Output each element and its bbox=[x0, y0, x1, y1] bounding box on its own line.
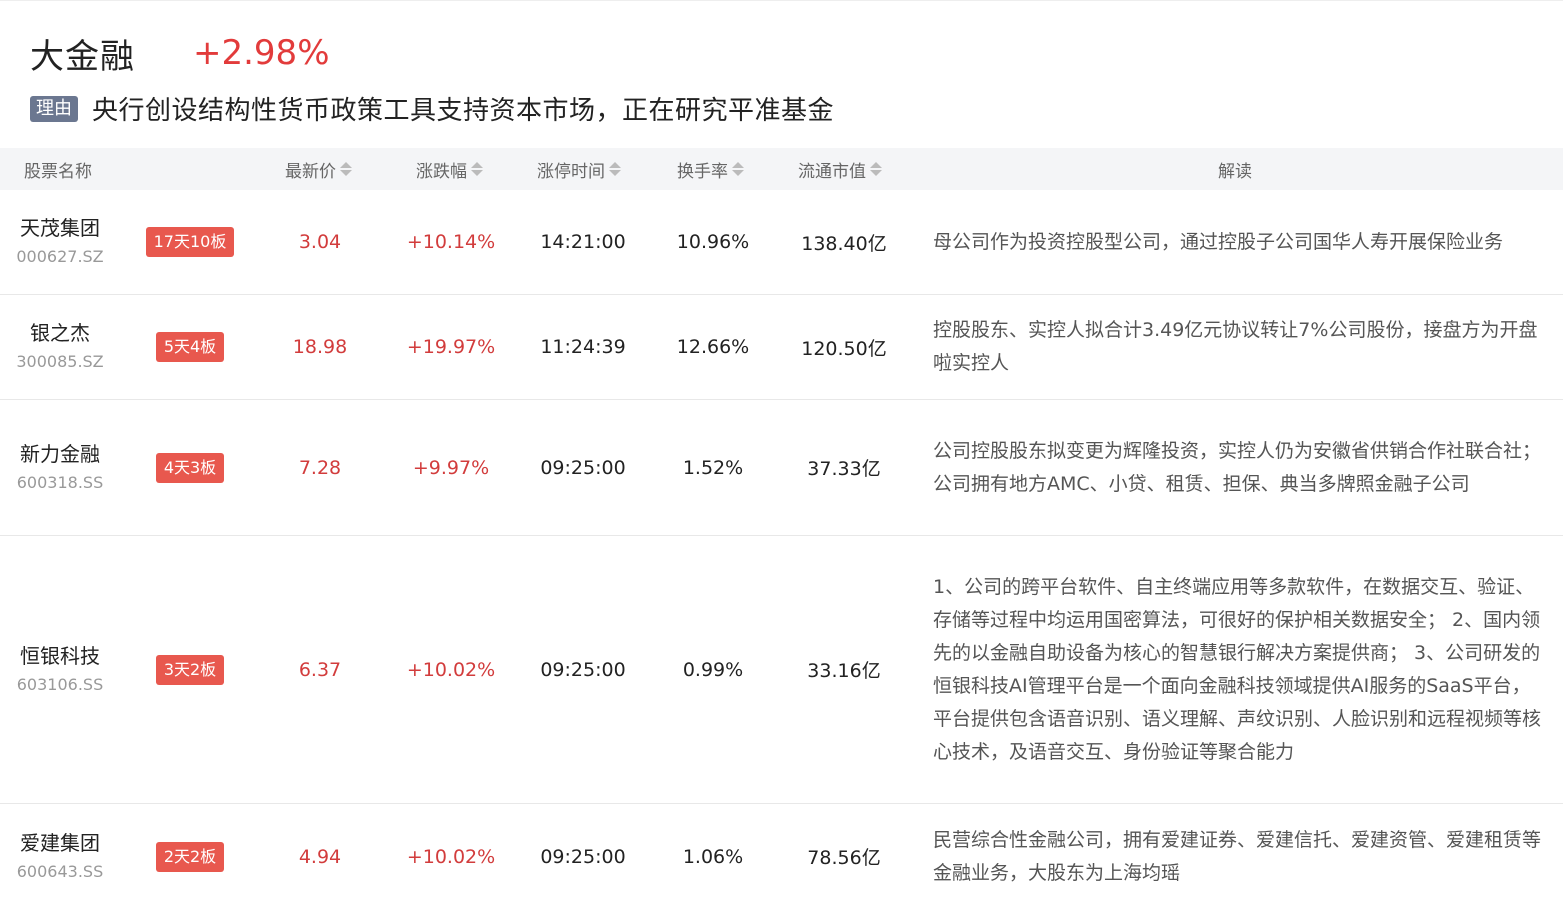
limit-up-time: 11:24:39 bbox=[540, 336, 626, 358]
stock-code: 600643.SS bbox=[16, 861, 104, 881]
turnover-rate: 10.96% bbox=[676, 231, 750, 253]
turnover-rate: 12.66% bbox=[676, 336, 750, 358]
col-header-name-label: 股票名称 bbox=[24, 161, 92, 182]
table-row[interactable]: 银之杰 300085.SZ 5天4板 18.98 +19.97% 11:24:3… bbox=[0, 295, 1563, 400]
stock-name-cell[interactable]: 新力金融 600318.SS bbox=[0, 400, 120, 535]
stock-description: 母公司作为投资控股型公司，通过控股子公司国华人寿开展保险业务 bbox=[933, 190, 1543, 294]
stock-name[interactable]: 银之杰 bbox=[30, 318, 90, 348]
change-percent: +10.02% bbox=[406, 658, 496, 681]
col-header-name: 股票名称 bbox=[24, 148, 92, 190]
stock-description-text: 1、公司的跨平台软件、自主终端应用等多款软件，在数据交互、验证、存储等过程中均运… bbox=[933, 575, 1542, 763]
col-header-price[interactable]: 最新价 bbox=[285, 148, 352, 190]
col-header-market-cap-label: 流通市值 bbox=[798, 161, 866, 182]
latest-price: 4.94 bbox=[298, 845, 342, 868]
theme-title: 大金融 bbox=[30, 36, 135, 77]
theme-header: 大金融 +2.98% bbox=[30, 28, 330, 78]
stock-name-cell[interactable]: 银之杰 300085.SZ bbox=[0, 295, 120, 399]
stock-description: 1、公司的跨平台软件、自主终端应用等多款软件，在数据交互、验证、存储等过程中均运… bbox=[933, 536, 1543, 803]
market-cap: 37.33亿 bbox=[807, 458, 881, 480]
col-header-desc-label: 解读 bbox=[1218, 161, 1252, 182]
stock-code: 300085.SZ bbox=[16, 352, 104, 371]
sort-icon[interactable] bbox=[870, 162, 882, 176]
streak-badge: 3天2板 bbox=[155, 654, 225, 685]
stock-description-text: 公司控股股东拟变更为辉隆投资，实控人仍为安徽省供销合作社联合社；公司拥有地方AM… bbox=[933, 439, 1542, 495]
limit-up-time: 09:25:00 bbox=[540, 456, 626, 479]
streak-badge: 2天2板 bbox=[155, 841, 225, 872]
market-cap: 33.16亿 bbox=[807, 660, 881, 682]
table-row[interactable]: 新力金融 600318.SS 4天3板 7.28 +9.97% 09:25:00… bbox=[0, 400, 1563, 536]
turnover-rate: 0.99% bbox=[682, 658, 744, 681]
stock-name[interactable]: 新力金融 bbox=[20, 439, 100, 469]
turnover-rate: 1.52% bbox=[682, 456, 744, 479]
col-header-limit-time-label: 涨停时间 bbox=[537, 161, 605, 182]
streak-badge-cell: 5天4板 bbox=[140, 295, 240, 399]
turnover-rate: 1.06% bbox=[682, 845, 744, 868]
change-percent: +19.97% bbox=[406, 336, 496, 358]
stock-description-text: 母公司作为投资控股型公司，通过控股子公司国华人寿开展保险业务 bbox=[933, 230, 1504, 253]
stock-name-cell[interactable]: 爱建集团 600643.SS bbox=[0, 804, 120, 909]
sort-icon[interactable] bbox=[471, 162, 483, 176]
streak-badge: 4天3板 bbox=[155, 452, 225, 483]
col-header-turnover[interactable]: 换手率 bbox=[677, 148, 744, 190]
streak-badge: 5天4板 bbox=[155, 332, 225, 362]
latest-price: 6.37 bbox=[298, 658, 342, 681]
col-header-limit-time[interactable]: 涨停时间 bbox=[537, 148, 621, 190]
stock-code: 603106.SS bbox=[16, 674, 104, 694]
streak-badge-cell: 4天3板 bbox=[140, 400, 240, 535]
latest-price: 3.04 bbox=[298, 231, 342, 253]
sort-icon[interactable] bbox=[609, 162, 621, 176]
market-cap: 138.40亿 bbox=[801, 232, 887, 255]
stock-name[interactable]: 天茂集团 bbox=[20, 213, 100, 243]
latest-price: 18.98 bbox=[292, 336, 348, 358]
change-percent: +10.02% bbox=[406, 845, 496, 868]
reason-tag: 理由 bbox=[30, 95, 78, 122]
table-header: 股票名称 最新价 涨跌幅 涨停时间 换手率 流通市值 解读 bbox=[0, 148, 1563, 190]
limit-up-time: 14:21:00 bbox=[540, 231, 626, 253]
limit-up-time: 09:25:00 bbox=[540, 658, 626, 681]
table-row[interactable]: 恒银科技 603106.SS 3天2板 6.37 +10.02% 09:25:0… bbox=[0, 536, 1563, 804]
table-row[interactable]: 天茂集团 000627.SZ 17天10板 3.04 +10.14% 14:21… bbox=[0, 190, 1563, 295]
stock-description-text: 控股股东、实控人拟合计3.49亿元协议转让7%公司股份，接盘方为开盘啦实控人 bbox=[933, 319, 1538, 374]
stock-code: 600318.SS bbox=[16, 472, 104, 492]
stock-description-text: 民营综合性金融公司，拥有爱建证券、爱建信托、爱建资管、爱建租赁等金融业务，大股东… bbox=[933, 828, 1542, 884]
top-divider bbox=[0, 0, 1563, 1]
col-header-change[interactable]: 涨跌幅 bbox=[416, 148, 483, 190]
stock-name[interactable]: 恒银科技 bbox=[20, 641, 100, 671]
change-percent: +10.14% bbox=[406, 231, 496, 253]
market-cap: 78.56亿 bbox=[807, 847, 881, 869]
col-header-desc: 解读 bbox=[1218, 148, 1252, 190]
stock-description: 公司控股股东拟变更为辉隆投资，实控人仍为安徽省供销合作社联合社；公司拥有地方AM… bbox=[933, 400, 1543, 535]
stock-name[interactable]: 爱建集团 bbox=[20, 828, 100, 858]
stock-table: 股票名称 最新价 涨跌幅 涨停时间 换手率 流通市值 解读 天茂集团 00062… bbox=[0, 148, 1563, 909]
col-header-price-label: 最新价 bbox=[285, 161, 336, 182]
streak-badge-cell: 2天2板 bbox=[140, 804, 240, 909]
stock-code: 000627.SZ bbox=[16, 247, 104, 266]
theme-reason: 理由 央行创设结构性货币政策工具支持资本市场，正在研究平准基金 bbox=[30, 90, 834, 127]
streak-badge-cell: 17天10板 bbox=[140, 190, 240, 294]
streak-badge-cell: 3天2板 bbox=[140, 536, 240, 803]
change-percent: +9.97% bbox=[412, 456, 490, 479]
latest-price: 7.28 bbox=[298, 456, 342, 479]
streak-badge: 17天10板 bbox=[145, 227, 235, 257]
stock-description: 控股股东、实控人拟合计3.49亿元协议转让7%公司股份，接盘方为开盘啦实控人 bbox=[933, 295, 1543, 399]
limit-up-time: 09:25:00 bbox=[540, 845, 626, 868]
sort-icon[interactable] bbox=[340, 162, 352, 176]
stock-name-cell[interactable]: 天茂集团 000627.SZ bbox=[0, 190, 120, 294]
theme-change-percent: +2.98% bbox=[193, 33, 330, 73]
col-header-change-label: 涨跌幅 bbox=[416, 161, 467, 182]
stock-description: 民营综合性金融公司，拥有爱建证券、爱建信托、爱建资管、爱建租赁等金融业务，大股东… bbox=[933, 804, 1543, 909]
col-header-turnover-label: 换手率 bbox=[677, 161, 728, 182]
market-cap: 120.50亿 bbox=[801, 337, 887, 360]
stock-name-cell[interactable]: 恒银科技 603106.SS bbox=[0, 536, 120, 803]
col-header-market-cap[interactable]: 流通市值 bbox=[798, 148, 882, 190]
sort-icon[interactable] bbox=[732, 162, 744, 176]
table-row[interactable]: 爱建集团 600643.SS 2天2板 4.94 +10.02% 09:25:0… bbox=[0, 804, 1563, 909]
reason-text: 央行创设结构性货币政策工具支持资本市场，正在研究平准基金 bbox=[92, 96, 835, 126]
